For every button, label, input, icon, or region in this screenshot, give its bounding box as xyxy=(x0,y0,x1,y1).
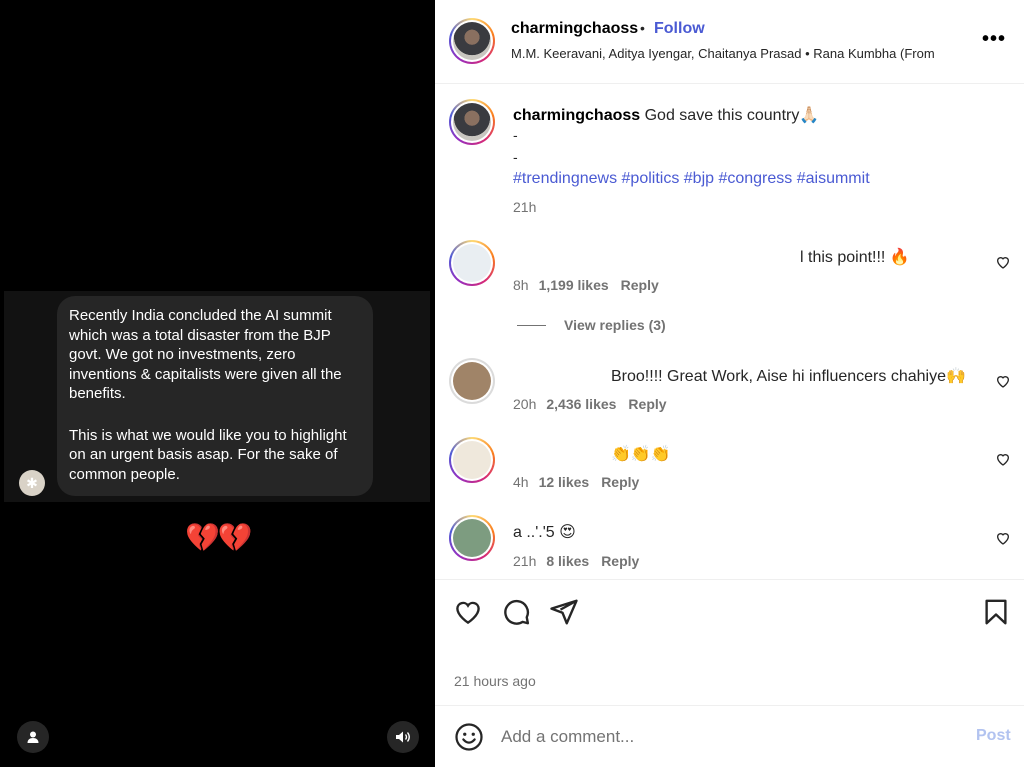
audio-attribution[interactable]: M.M. Keeravani, Aditya Iyengar, Chaitany… xyxy=(511,46,971,61)
post-time-ago: 21 hours ago xyxy=(454,673,536,689)
sender-avatar: ✱ xyxy=(19,470,45,496)
comment-meta: 21h 8 likes Reply xyxy=(513,553,639,569)
view-replies-button[interactable]: View replies (3) xyxy=(517,317,666,333)
caption-username[interactable]: charmingchaoss xyxy=(513,107,640,124)
post-button[interactable]: Post xyxy=(976,727,1011,745)
comment-likes[interactable]: 8 likes xyxy=(546,553,589,569)
comment-text: 👏👏👏 xyxy=(611,446,671,463)
author-username[interactable]: charmingchaoss xyxy=(511,20,638,38)
comment-time: 21h xyxy=(513,553,537,569)
message-paragraph-1: Recently India concluded the AI summit w… xyxy=(69,307,342,402)
comment-meta: 20h 2,436 likes Reply xyxy=(513,396,667,412)
reply-button[interactable]: Reply xyxy=(601,474,639,490)
comment-meta: 4h 12 likes Reply xyxy=(513,474,639,490)
caption-line-2: - xyxy=(513,127,518,143)
emoji-icon[interactable] xyxy=(454,722,484,752)
post-actions: 21 hours ago xyxy=(435,579,1024,704)
comment-likes[interactable]: 1,199 likes xyxy=(539,277,609,293)
comment-text: a ..'.'5 😍 xyxy=(513,524,576,541)
comment-likes[interactable]: 12 likes xyxy=(539,474,590,490)
bookmark-icon[interactable] xyxy=(981,597,1011,627)
like-comment-icon[interactable] xyxy=(995,254,1011,270)
comment-text: Broo!!!! Great Work, Aise hi influencers… xyxy=(611,368,966,385)
caption-avatar[interactable] xyxy=(449,99,495,145)
comment-time: 20h xyxy=(513,396,537,412)
caption-line-3: - xyxy=(513,149,518,165)
post-media[interactable]: ✱ Recently India concluded the AI summit… xyxy=(0,0,435,767)
reply-button[interactable]: Reply xyxy=(628,396,666,412)
like-comment-icon[interactable] xyxy=(995,373,1011,389)
comment-likes[interactable]: 2,436 likes xyxy=(546,396,616,412)
commenter-avatar[interactable] xyxy=(449,515,495,561)
caption-time: 21h xyxy=(513,199,537,215)
comment-icon[interactable] xyxy=(501,597,531,627)
separator-dot: • xyxy=(640,20,645,36)
broken-heart-emoji: 💔💔 xyxy=(185,522,253,553)
reply-button[interactable]: Reply xyxy=(601,553,639,569)
heart-icon[interactable] xyxy=(453,597,483,627)
speaker-icon[interactable] xyxy=(387,721,419,753)
author-avatar[interactable] xyxy=(449,18,495,64)
caption-text: charmingchaoss God save this country🙏🏻 xyxy=(513,105,819,125)
post-header: charmingchaoss • Follow M.M. Keeravani, … xyxy=(435,0,1024,84)
comment-meta: 8h 1,199 likes Reply xyxy=(513,277,659,293)
ellipsis-icon[interactable]: ••• xyxy=(982,28,1006,51)
comment-time: 8h xyxy=(513,277,529,293)
user-icon[interactable] xyxy=(17,721,49,753)
comment-text: l this point!!! 🔥 xyxy=(800,249,910,266)
comment-time: 4h xyxy=(513,474,529,490)
follow-button[interactable]: Follow xyxy=(654,20,705,38)
commenter-avatar[interactable] xyxy=(449,437,495,483)
message-bubble: Recently India concluded the AI summit w… xyxy=(57,296,373,496)
like-comment-icon[interactable] xyxy=(995,530,1011,546)
reply-button[interactable]: Reply xyxy=(621,277,659,293)
like-comment-icon[interactable] xyxy=(995,451,1011,467)
caption-hashtags[interactable]: #trendingnews #politics #bjp #congress #… xyxy=(513,170,870,188)
message-paragraph-2: This is what we would like you to highli… xyxy=(69,426,347,483)
view-replies-label: View replies (3) xyxy=(564,317,666,333)
comment-input[interactable] xyxy=(501,722,961,752)
comment-bar: Post xyxy=(435,705,1024,767)
caption-body: God save this country🙏🏻 xyxy=(644,107,820,124)
commenter-avatar[interactable] xyxy=(449,358,495,404)
share-icon[interactable] xyxy=(549,597,579,627)
commenter-avatar[interactable] xyxy=(449,240,495,286)
post-info-panel: charmingchaoss • Follow M.M. Keeravani, … xyxy=(435,0,1024,767)
